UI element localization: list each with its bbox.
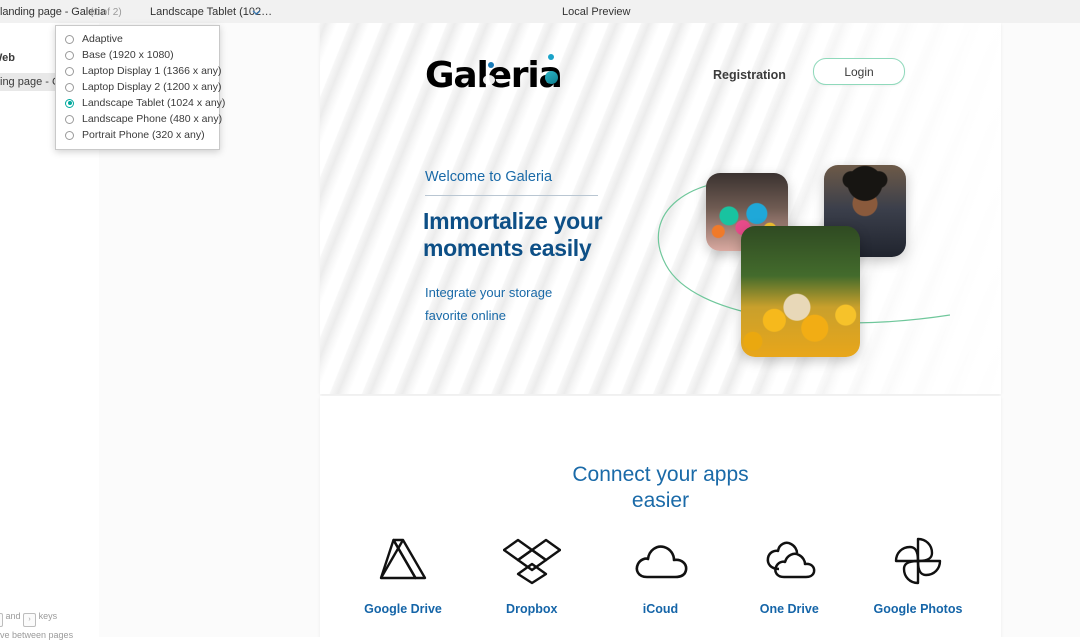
hero-subtext-line-1: Integrate your storage bbox=[425, 285, 553, 300]
app-label: Google Drive bbox=[364, 602, 442, 616]
hero-welcome-text: Welcome to Galeria bbox=[425, 169, 553, 185]
radio-icon bbox=[65, 82, 74, 92]
hero-divider bbox=[425, 195, 598, 196]
dropdown-option-label: Adaptive bbox=[82, 33, 123, 45]
dropdown-option-label: Landscape Tablet (1024 x any) bbox=[82, 97, 226, 109]
dropdown-option-label: Laptop Display 1 (1366 x any) bbox=[82, 65, 222, 77]
hint-second-line: nove between pages bbox=[0, 630, 74, 640]
hero-subtext: Integrate your storage favorite online bbox=[425, 281, 665, 327]
onedrive-icon bbox=[731, 531, 847, 591]
dropdown-option-base[interactable]: Base (1920 x 1080) bbox=[56, 47, 219, 63]
preview-canvas[interactable]: Galeria Registration Login Welcome to Ga… bbox=[99, 23, 1080, 637]
next-page-keycap: › bbox=[23, 613, 37, 627]
dropdown-option-landscape-phone[interactable]: Landscape Phone (480 x any) bbox=[56, 111, 223, 127]
keyboard-hint: ‹ and › keys nove between pages bbox=[0, 608, 105, 643]
connect-apps-title: Connect your apps easier bbox=[320, 462, 1001, 514]
radio-icon bbox=[65, 130, 74, 140]
dropdown-option-portrait-phone[interactable]: Portrait Phone (320 x any) bbox=[56, 127, 219, 143]
dropdown-option-label: Portrait Phone (320 x any) bbox=[82, 129, 205, 141]
hint-and: and bbox=[5, 611, 21, 621]
google-photos-icon bbox=[860, 531, 976, 591]
dropdown-option-label: Base (1920 x 1080) bbox=[82, 49, 174, 61]
dropbox-icon bbox=[474, 531, 590, 591]
hero-photo-sunflower-field bbox=[741, 226, 860, 357]
size-dropdown-menu[interactable]: Adaptive Base (1920 x 1080) Laptop Displ… bbox=[55, 25, 225, 150]
app-item-dropbox[interactable]: Dropbox bbox=[474, 531, 590, 616]
hero-headline: Immortalize your moments easily bbox=[423, 208, 603, 261]
radio-icon bbox=[65, 114, 74, 124]
dropdown-option-adaptive[interactable]: Adaptive bbox=[56, 31, 219, 47]
connect-apps-section: Connect your apps easier Google Drive Dr… bbox=[320, 396, 1001, 637]
logo-accent-dot-a2 bbox=[547, 54, 554, 60]
dropdown-option-label: Laptop Display 2 (1200 x any) bbox=[82, 81, 222, 93]
prev-page-keycap: ‹ bbox=[0, 613, 3, 627]
radio-icon bbox=[65, 66, 74, 76]
radio-icon bbox=[65, 50, 74, 60]
dropdown-option-label: Landscape Phone (480 x any) bbox=[82, 113, 223, 125]
dropdown-option-landscape-tablet[interactable]: Landscape Tablet (1024 x any) bbox=[56, 95, 225, 111]
hero-subtext-line-2: favorite online bbox=[425, 308, 506, 323]
app-item-google-photos[interactable]: Google Photos bbox=[860, 531, 976, 616]
connect-apps-title-line-2: easier bbox=[631, 489, 690, 512]
radio-icon bbox=[65, 34, 74, 44]
icloud-icon bbox=[603, 531, 719, 591]
connect-apps-title-line-1: Connect your apps bbox=[572, 463, 749, 486]
radio-selected-icon bbox=[65, 98, 74, 108]
top-toolbar: landing page - Galeria (1 of 2) Landscap… bbox=[0, 0, 1080, 24]
hint-keys-word: keys bbox=[38, 611, 58, 621]
logo-accent-swirl-a1 bbox=[483, 75, 495, 85]
dropdown-option-laptop-1[interactable]: Laptop Display 1 (1366 x any) bbox=[56, 63, 222, 79]
sidebar-section-web: Web bbox=[0, 52, 16, 64]
preview-mode-label[interactable]: Local Preview bbox=[562, 6, 630, 18]
logo-accent-dot-a1 bbox=[488, 62, 494, 68]
app-label: One Drive bbox=[759, 602, 819, 616]
page-counter: (1 of 2) bbox=[90, 7, 122, 18]
app-item-one-drive[interactable]: One Drive bbox=[731, 531, 847, 616]
app-label: Google Photos bbox=[873, 602, 963, 616]
hero-section: Galeria Registration Login Welcome to Ga… bbox=[320, 23, 1001, 394]
chevron-down-icon[interactable] bbox=[252, 8, 261, 17]
app-item-icloud[interactable]: iCoud bbox=[603, 531, 719, 616]
login-button[interactable]: Login bbox=[813, 58, 905, 85]
dropdown-option-laptop-2[interactable]: Laptop Display 2 (1200 x any) bbox=[56, 79, 222, 95]
app-icons-row: Google Drive Dropbox iCoud One Drive Goo… bbox=[320, 531, 1001, 616]
app-label: iCoud bbox=[642, 602, 679, 616]
google-drive-icon bbox=[345, 531, 461, 591]
logo-accent-globe-a2 bbox=[544, 71, 558, 84]
galeria-logo[interactable]: Galeria bbox=[425, 54, 563, 96]
app-item-google-drive[interactable]: Google Drive bbox=[345, 531, 461, 616]
app-label: Dropbox bbox=[506, 602, 558, 616]
registration-link[interactable]: Registration bbox=[713, 68, 786, 82]
logo-text: Galeria bbox=[425, 55, 563, 96]
